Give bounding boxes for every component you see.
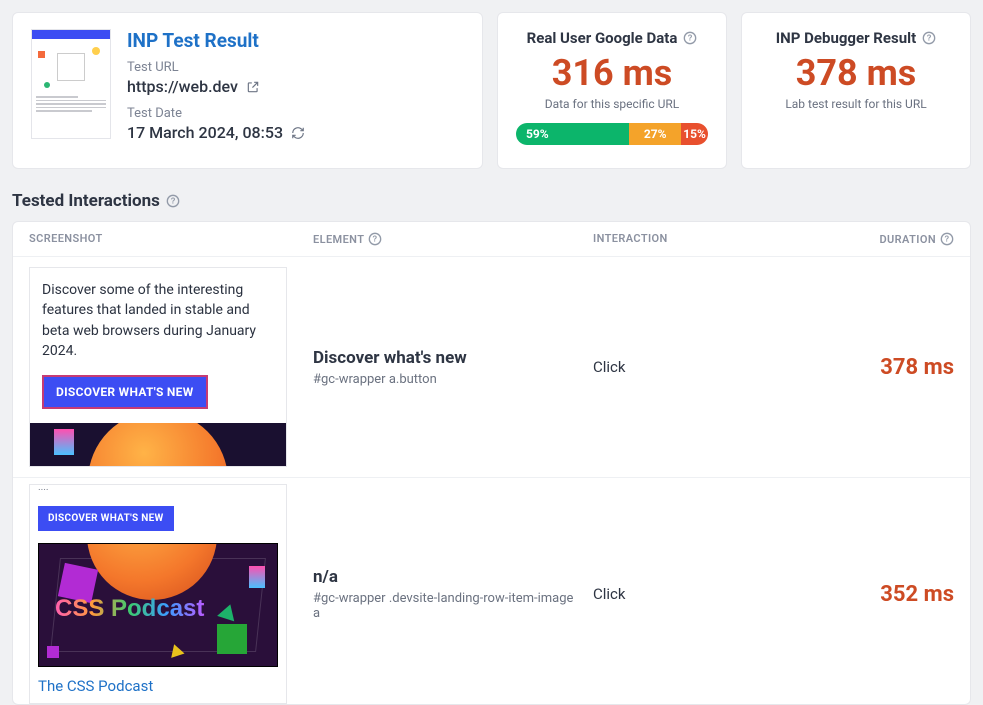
element-name: Discover what's new xyxy=(313,348,577,368)
google-inp-value: 316 ms xyxy=(552,55,673,91)
help-icon[interactable]: ? xyxy=(922,31,936,45)
test-date-value: 17 March 2024, 08:53 xyxy=(127,123,283,142)
dist-needs-improvement: 27% xyxy=(629,123,681,145)
test-url-value: https://web.dev xyxy=(127,77,238,96)
col-screenshot: SCREENSHOT xyxy=(29,232,313,246)
interaction-screenshot: Discover some of the interesting feature… xyxy=(29,267,287,467)
external-link-icon[interactable] xyxy=(246,80,260,94)
test-url-label: Test URL xyxy=(127,60,464,75)
dist-poor: 15% xyxy=(681,123,708,145)
help-icon[interactable]: ? xyxy=(368,232,382,246)
svg-text:?: ? xyxy=(927,34,932,43)
interaction-duration: 378 ms xyxy=(813,355,954,380)
element-selector: #gc-wrapper a.button xyxy=(313,372,577,387)
debug-inp-value: 378 ms xyxy=(796,55,917,91)
interactions-table: SCREENSHOT ELEMENT ? INTERACTION DURATIO… xyxy=(12,221,971,705)
element-name: n/a xyxy=(313,567,577,587)
page-title: INP Test Result xyxy=(127,29,464,52)
google-caption: Data for this specific URL xyxy=(545,97,680,111)
refresh-icon[interactable] xyxy=(291,126,305,140)
svg-text:?: ? xyxy=(373,235,378,244)
test-date-label: Test Date xyxy=(127,106,464,121)
table-row[interactable]: Discover some of the interesting feature… xyxy=(13,256,970,477)
help-icon[interactable]: ? xyxy=(683,31,697,45)
result-summary-card: INP Test Result Test URL https://web.dev… xyxy=(12,12,483,169)
interaction-screenshot: ···· DISCOVER WHAT'S NEW xyxy=(29,484,287,704)
page-thumbnail xyxy=(31,29,111,139)
debug-card-title: INP Debugger Result xyxy=(776,29,916,47)
table-row[interactable]: ···· DISCOVER WHAT'S NEW xyxy=(13,477,970,704)
section-title: Tested Interactions xyxy=(12,191,160,211)
interaction-duration: 352 ms xyxy=(813,582,954,607)
help-icon[interactable]: ? xyxy=(940,232,954,246)
svg-text:?: ? xyxy=(170,197,175,206)
dist-good: 59% xyxy=(516,123,629,145)
element-selector: #gc-wrapper .devsite-landing-row-item-im… xyxy=(313,591,577,621)
screenshot-text: Discover some of the interesting feature… xyxy=(30,268,286,375)
screenshot-link: The CSS Podcast xyxy=(30,677,286,695)
col-element: ELEMENT xyxy=(313,233,364,246)
debugger-result-card: INP Debugger Result ? 378 ms Lab test re… xyxy=(741,12,971,169)
screenshot-button: DISCOVER WHAT'S NEW xyxy=(42,375,208,409)
interaction-type: Click xyxy=(593,358,813,376)
screenshot-button: DISCOVER WHAT'S NEW xyxy=(38,506,174,531)
google-card-title: Real User Google Data xyxy=(527,29,678,47)
help-icon[interactable]: ? xyxy=(166,194,180,208)
real-user-data-card: Real User Google Data ? 316 ms Data for … xyxy=(497,12,727,169)
inp-distribution-bar: 59% 27% 15% xyxy=(516,123,708,145)
table-header: SCREENSHOT ELEMENT ? INTERACTION DURATIO… xyxy=(13,222,970,256)
svg-text:?: ? xyxy=(944,235,949,244)
col-interaction: INTERACTION xyxy=(593,232,813,246)
interaction-type: Click xyxy=(593,585,813,603)
svg-text:CSS Podcast: CSS Podcast xyxy=(55,595,204,622)
screenshot-media-title: CSS Podcast xyxy=(55,592,255,626)
col-duration: DURATION xyxy=(879,233,936,246)
svg-text:?: ? xyxy=(688,34,693,43)
debug-caption: Lab test result for this URL xyxy=(785,97,926,111)
